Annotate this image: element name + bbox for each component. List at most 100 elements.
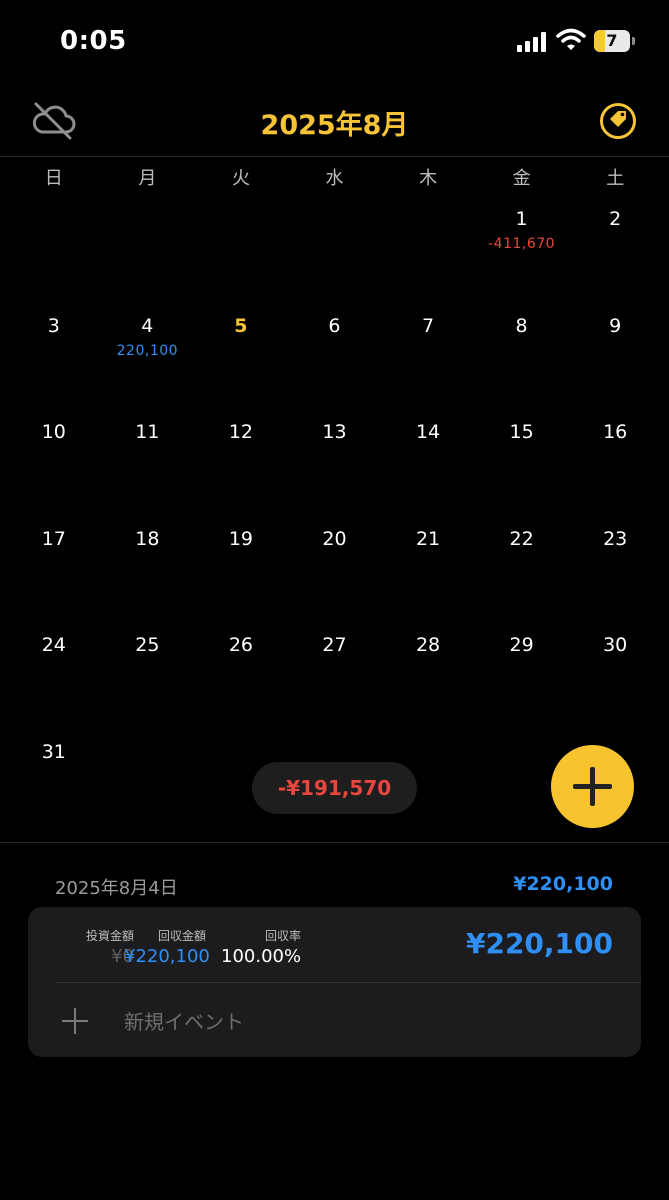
calendar-day[interactable]: 8: [475, 305, 569, 412]
weekday-label: 日: [44, 168, 63, 189]
section-divider: [0, 842, 669, 843]
day-number: 6: [328, 314, 341, 337]
day-number: 27: [322, 634, 347, 656]
weekday-label: 火: [231, 168, 250, 189]
day-number: 26: [228, 634, 253, 656]
return-value: ¥220,100: [124, 946, 210, 967]
calendar-day[interactable]: 11: [101, 411, 195, 518]
battery-icon: 7: [594, 30, 630, 52]
day-number: 10: [41, 421, 66, 443]
calendar-day[interactable]: 30: [568, 624, 662, 731]
calendar-day[interactable]: 17: [7, 518, 101, 625]
day-number: 31: [41, 740, 66, 763]
calendar-day[interactable]: 1 -411,670: [475, 198, 569, 305]
calendar-day[interactable]: 31: [7, 731, 101, 838]
day-amount: 220,100: [116, 342, 179, 359]
day-number: 12: [228, 421, 253, 443]
calendar-blank: [101, 198, 195, 305]
calendar-day[interactable]: 13: [288, 411, 382, 518]
rate-label: 回収率: [264, 929, 301, 943]
calendar-blank: [7, 198, 101, 305]
signal-icon: [517, 32, 546, 52]
calendar-day[interactable]: 3: [7, 305, 101, 412]
calendar-day[interactable]: 15: [475, 411, 569, 518]
day-number: 15: [509, 421, 534, 443]
calendar-day[interactable]: 28: [381, 624, 475, 731]
event-summary-card[interactable]: 投資金額 ¥0 回収金額 ¥220,100 回収率 100.00% ¥220,1…: [28, 907, 641, 1057]
day-number: 20: [322, 527, 347, 550]
card-divider: [56, 982, 641, 983]
day-number: 29: [509, 634, 534, 656]
day-number: 30: [603, 634, 628, 656]
weekday-label: 水: [325, 168, 344, 189]
day-number: 5: [234, 314, 248, 337]
new-event-button[interactable]: 新規イベント: [124, 1006, 244, 1035]
investment-label: 投資金額: [85, 929, 134, 943]
card-total: ¥220,100: [465, 927, 613, 960]
calendar-day[interactable]: 23: [568, 518, 662, 625]
status-bar: 0:05 7: [0, 0, 669, 86]
weekday-label: 金: [512, 168, 531, 189]
rate-value: 100.00%: [221, 946, 302, 967]
day-number: 17: [41, 527, 66, 550]
navigation-bar: 2025年8月: [0, 86, 669, 156]
battery-level: 7: [606, 31, 618, 50]
selected-date: 2025年8月4日: [55, 878, 178, 899]
day-number: 7: [421, 314, 435, 337]
calendar-day[interactable]: 6: [288, 305, 382, 412]
calendar-day[interactable]: 29: [475, 624, 569, 731]
day-number: 8: [515, 314, 528, 337]
day-number: 24: [41, 634, 66, 656]
tag-icon[interactable]: [599, 102, 637, 140]
battery-cap: [632, 37, 635, 45]
day-number: 11: [135, 421, 160, 443]
day-number: 23: [603, 527, 628, 550]
calendar-day[interactable]: 16: [568, 411, 662, 518]
calendar-day[interactable]: 26: [194, 624, 288, 731]
calendar-day[interactable]: 10: [7, 411, 101, 518]
calendar-blank: [194, 198, 288, 305]
day-number: 25: [135, 634, 160, 656]
day-number: 28: [415, 634, 441, 656]
calendar-day[interactable]: 4 220,100: [100, 301, 195, 412]
add-event-button[interactable]: [551, 745, 634, 828]
plus-icon[interactable]: [62, 1008, 88, 1034]
month-total-pill[interactable]: -¥191,570: [252, 762, 417, 814]
rate-stat: 回収率 100.00%: [221, 927, 301, 967]
calendar-day[interactable]: 5: [194, 305, 288, 412]
month-title[interactable]: 2025年8月: [0, 103, 669, 142]
calendar-day[interactable]: 27: [288, 624, 382, 731]
calendar-day[interactable]: 12: [194, 411, 288, 518]
day-number: 2: [609, 208, 622, 230]
return-label: 回収金額: [157, 929, 206, 943]
day-number: 21: [415, 527, 441, 550]
calendar-day[interactable]: 19: [194, 518, 288, 625]
calendar-day[interactable]: 7: [381, 305, 475, 412]
calendar-day[interactable]: 2: [568, 198, 662, 305]
calendar-day[interactable]: 24: [7, 624, 101, 731]
day-number: 19: [228, 527, 253, 550]
calendar-day[interactable]: 25: [101, 624, 195, 731]
calendar-day[interactable]: 20: [288, 518, 382, 625]
wifi-icon: [556, 28, 586, 50]
investment-value: ¥0: [111, 946, 134, 967]
calendar-day[interactable]: 18: [101, 518, 195, 625]
weekday-header: 日 月 火 水 木 金 土: [7, 164, 662, 192]
calendar-day[interactable]: 14: [381, 411, 475, 518]
calendar-day[interactable]: 9: [568, 305, 662, 412]
return-stat: 回収金額 ¥220,100: [124, 927, 210, 967]
weekday-label: 土: [606, 168, 625, 189]
day-number: 9: [609, 314, 622, 337]
calendar-blank: [381, 198, 475, 305]
header-divider: [0, 156, 669, 157]
day-number: 4: [141, 314, 154, 337]
day-number: 16: [603, 421, 628, 443]
day-number: 1: [515, 208, 528, 230]
calendar-day[interactable]: 21: [381, 518, 475, 625]
calendar-day[interactable]: 22: [475, 518, 569, 625]
day-number: 3: [47, 314, 60, 337]
calendar-grid: 1 -411,670 2 3 4 220,100 5 6 7 8 9 10 11 12 13 14 15 16 17…: [7, 198, 662, 837]
status-time: 0:05: [60, 26, 127, 56]
weekday-label: 木: [419, 168, 438, 189]
day-amount: -411,670: [488, 236, 556, 252]
